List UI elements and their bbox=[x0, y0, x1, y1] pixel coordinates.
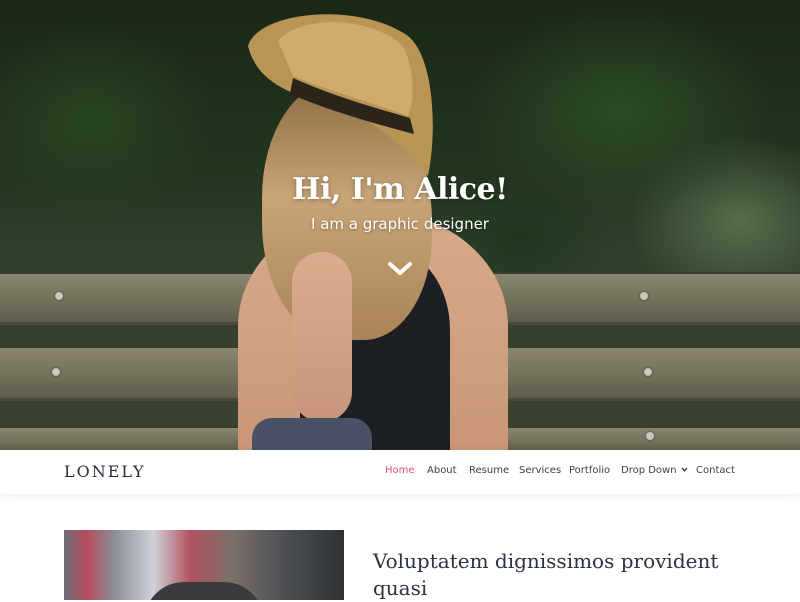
hero-section: Hi, I'm Alice! I am a graphic designer bbox=[0, 0, 800, 450]
hero-subtitle: I am a graphic designer bbox=[311, 215, 489, 233]
nav-item-resume[interactable]: Resume bbox=[469, 465, 509, 476]
bench-bolt bbox=[52, 368, 60, 376]
main-navbar: LONELY Home About Resume Services Portfo… bbox=[0, 450, 800, 494]
nav-item-services[interactable]: Services bbox=[519, 465, 561, 476]
nav-item-portfolio[interactable]: Portfolio bbox=[569, 465, 610, 476]
bench-bolt bbox=[646, 432, 654, 440]
person-arm bbox=[292, 252, 352, 422]
nav-item-about[interactable]: About bbox=[427, 465, 457, 476]
article-image[interactable] bbox=[64, 530, 344, 600]
person-beanie bbox=[144, 582, 264, 600]
nav-item-contact[interactable]: Contact bbox=[696, 465, 735, 476]
straw-hat bbox=[248, 14, 433, 176]
nav-item-home[interactable]: Home bbox=[385, 465, 415, 476]
bench-bolt bbox=[640, 292, 648, 300]
scroll-down-button[interactable] bbox=[386, 258, 414, 280]
article-title[interactable]: Voluptatem dignissimos provident quasi bbox=[373, 548, 733, 602]
person-jeans bbox=[252, 418, 372, 450]
bench-bolt bbox=[55, 292, 63, 300]
chevron-down-icon bbox=[388, 262, 412, 275]
hero-title: Hi, I'm Alice! bbox=[292, 172, 508, 207]
bench-bolt bbox=[644, 368, 652, 376]
nav-item-dropdown[interactable]: Drop Down bbox=[621, 465, 688, 476]
site-logo[interactable]: LONELY bbox=[64, 462, 146, 481]
chevron-down-icon bbox=[681, 467, 688, 472]
nav-item-dropdown-label: Drop Down bbox=[621, 465, 677, 476]
